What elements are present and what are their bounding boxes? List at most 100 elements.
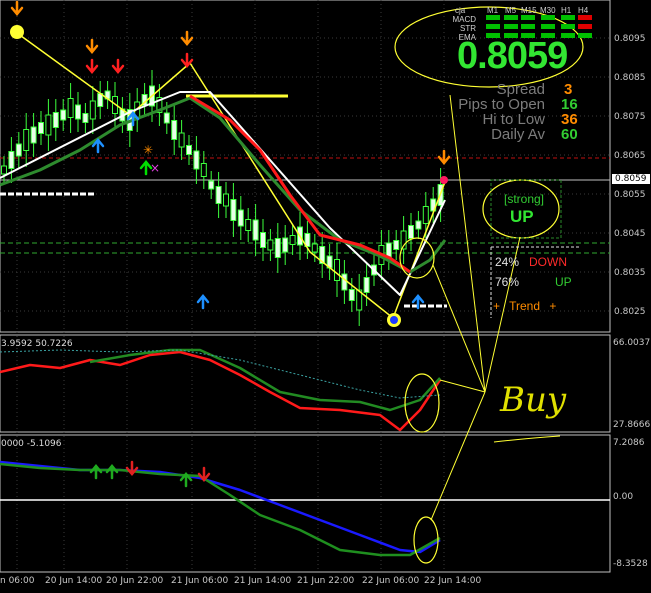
candle-body — [422, 206, 429, 224]
candle-body — [163, 112, 170, 124]
tf-cell — [561, 15, 575, 20]
time-tick: 21 Jun 06:00 — [171, 576, 229, 586]
candle-body — [208, 180, 215, 190]
candlesticks — [1, 70, 444, 326]
green-ma-line — [0, 96, 447, 274]
candle-body — [38, 122, 44, 134]
tf-cell — [486, 24, 500, 29]
candle-body — [171, 120, 178, 140]
tf-header-m1: M1 — [487, 6, 499, 15]
candle-body — [223, 193, 229, 207]
signal-arrow-down — [437, 149, 451, 165]
candle-body — [193, 150, 200, 170]
signal-arrow-up — [89, 464, 103, 480]
price-tick: 0.8095 — [614, 34, 646, 44]
tf-cell — [561, 24, 575, 29]
price-tick: 0.8055 — [614, 190, 646, 200]
signal-arrow-down — [85, 58, 99, 74]
tf-row-macd: MACD — [452, 15, 476, 24]
signal-strength: [strong] — [504, 192, 545, 206]
candle-body — [45, 114, 52, 136]
candle-body — [393, 240, 400, 250]
candle-body — [267, 239, 274, 251]
price-tick: 0.8085 — [614, 73, 646, 83]
tf-header-m15: M15 — [521, 6, 537, 15]
candle-body — [289, 235, 296, 245]
candle-body — [282, 237, 289, 253]
candle-body — [15, 143, 22, 157]
ind2-blue-line — [0, 460, 441, 554]
candle-body — [415, 220, 422, 230]
up-label: UP — [555, 275, 572, 289]
current-marker — [440, 176, 448, 184]
candle-body — [363, 277, 370, 293]
signal-arrows: ×✳ — [10, 0, 451, 488]
ind1-red-line — [0, 350, 442, 432]
candle-body — [245, 219, 252, 231]
time-tick: n 06:00 — [0, 576, 35, 586]
ind1-green-line — [89, 348, 441, 412]
tf-cell — [504, 24, 518, 29]
candle-body — [230, 199, 237, 221]
star-marker — [10, 25, 24, 39]
candle-body — [200, 163, 207, 177]
candle-body — [60, 109, 67, 121]
tf-header-h4: H4 — [578, 6, 589, 15]
annotation-pointer-line — [430, 391, 486, 521]
down-label: DOWN — [529, 255, 567, 269]
time-tick: 22 Jun 06:00 — [362, 576, 420, 586]
indicator1-axis-bottom: 27.8666 — [613, 420, 651, 430]
price-display: 0.8059 — [457, 35, 568, 77]
time-tick: 21 Jun 22:00 — [297, 576, 355, 586]
indicator1-header: 3.9592 50.7226 — [1, 339, 73, 349]
candle-body — [274, 238, 281, 258]
indicator1-axis-top: 66.0037 — [613, 338, 651, 348]
signal-arrow-down — [180, 30, 194, 46]
candle-body — [82, 113, 89, 123]
candle-body — [311, 243, 318, 253]
signal-arrow-up — [105, 464, 119, 480]
price-tick: 0.8035 — [614, 268, 646, 278]
candle-body — [334, 259, 340, 281]
candle-body — [30, 126, 37, 144]
candle-body — [52, 112, 59, 128]
tf-header-cja: cja — [455, 6, 466, 15]
indicator2-axis-mid: 0.00 — [613, 492, 634, 502]
signal-direction: UP — [510, 207, 534, 226]
candle-body — [89, 100, 96, 120]
signal-arrow-up — [196, 294, 210, 310]
tf-cell — [541, 24, 555, 29]
candle-body — [1, 165, 7, 175]
tf-header-m5: M5 — [505, 6, 517, 15]
stat-daily-av-label: Daily Av — [491, 126, 545, 143]
tf-cell — [521, 15, 535, 20]
candle-body — [178, 132, 185, 148]
annotation-underline — [493, 435, 561, 443]
tf-cell — [521, 24, 535, 29]
tf-header-h1: H1 — [561, 6, 572, 15]
candle-body — [215, 186, 222, 204]
ind1-dotted-line — [0, 349, 441, 399]
tf-row-str: STR — [460, 24, 476, 33]
indicator2-header: 0000 -5.1096 — [1, 439, 62, 449]
indicator2-axis-bottom: -8.3528 — [613, 559, 648, 569]
price-tick: 0.8065 — [614, 151, 646, 161]
price-tick: 0.8045 — [614, 229, 646, 239]
tf-cell — [504, 15, 518, 20]
tf-cell — [578, 15, 592, 20]
down-percent: 24% — [495, 255, 520, 269]
candle-body — [23, 129, 30, 151]
chart-canvas[interactable]: ×✳ — [0, 0, 651, 593]
indicator2-axis-top: 7.2086 — [613, 438, 645, 448]
signal-arrow-down — [85, 38, 99, 54]
candle-body — [341, 273, 348, 291]
up-percent: 76% — [495, 275, 520, 289]
tf-cell — [578, 33, 592, 38]
candle-body — [186, 145, 192, 155]
indicator2-frame — [0, 434, 611, 573]
handwritten-buy: Buy — [500, 380, 567, 420]
star-mark: ✳ — [143, 143, 153, 157]
annotation-pointer-line — [439, 379, 486, 393]
tf-cell — [486, 15, 500, 20]
signal-arrow-down — [10, 0, 24, 16]
